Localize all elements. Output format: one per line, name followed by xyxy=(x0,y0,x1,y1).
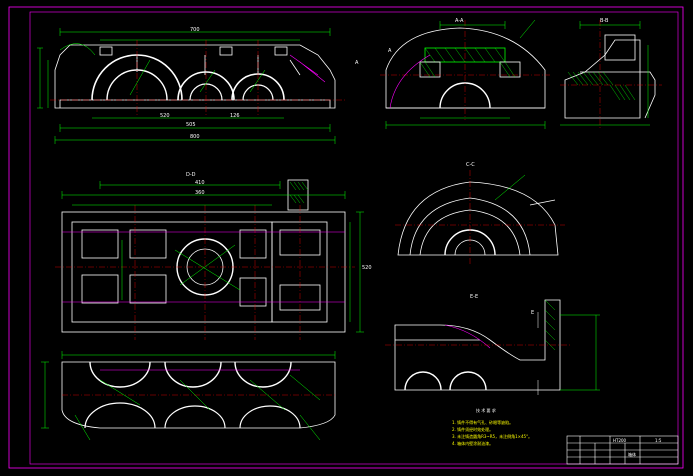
side-section-view xyxy=(380,19,550,129)
dim-text: 410 xyxy=(195,180,205,186)
bottom-view xyxy=(41,351,336,441)
section-label-c-c: C-C xyxy=(466,162,475,168)
inner-frame xyxy=(29,11,679,465)
section-label-e-e: E-E xyxy=(470,294,479,300)
outer-frame xyxy=(8,6,684,469)
view-mark-e: E xyxy=(531,310,535,316)
section-label-d-d: D-D xyxy=(186,172,196,178)
dim-text: 700 xyxy=(190,27,200,33)
section-label-a-a: A-A xyxy=(455,18,464,24)
dim-text: 126 xyxy=(230,113,240,119)
arch-section-view xyxy=(395,170,565,265)
tech-requirement-item: 1. 铸件不得有气孔、砂眼等缺陷。 xyxy=(452,420,514,425)
engineering-drawing-sheet xyxy=(8,6,684,469)
detail-section-view xyxy=(560,20,662,128)
dim-text: 800 xyxy=(190,134,200,140)
dim-text: 520 xyxy=(362,265,372,271)
dim-text: 505 xyxy=(186,122,196,128)
dim-text: 520 xyxy=(160,113,170,119)
dim-text: 360 xyxy=(195,190,205,196)
title-block-name: 箱体 xyxy=(628,452,636,457)
tech-requirement-item: 3. 未注铸造圆角R3~R5，未注倒角1×45°。 xyxy=(452,434,533,439)
section-label-b-b: B-B xyxy=(600,18,609,24)
tech-requirement-item: 2. 铸件须经时效处理。 xyxy=(452,427,494,432)
e-section-view xyxy=(385,299,600,395)
view-mark-a-2: A xyxy=(388,48,392,54)
title-block-part-code: HT200 xyxy=(613,438,627,443)
view-mark-a-1: A xyxy=(355,60,359,66)
title-block-scale: 1:5 xyxy=(655,438,662,443)
tech-requirement-item: 4. 箱体内壁涂耐油漆。 xyxy=(452,441,494,446)
plan-view xyxy=(55,179,364,340)
tech-requirements-title: 技 术 要 求 xyxy=(476,408,496,413)
